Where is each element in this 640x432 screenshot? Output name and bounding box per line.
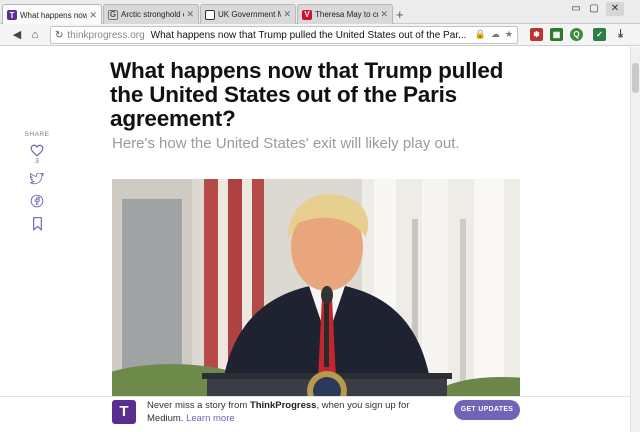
hero-photo (112, 179, 520, 409)
share-label: SHARE (24, 131, 50, 138)
facebook-icon[interactable] (30, 194, 44, 208)
banner-text-prefix: Never miss a story from (147, 400, 250, 411)
extension-bug-icon[interactable]: ✱ (530, 28, 543, 41)
twitter-icon[interactable] (30, 173, 44, 185)
like-count: 3 (35, 158, 39, 165)
scrollbar-thumb[interactable] (632, 63, 639, 93)
article-dek: Here's how the United States' exit will … (112, 135, 460, 152)
address-bar-icons: 🔒 ☁ ★ (475, 29, 513, 40)
close-tab-icon[interactable]: ✕ (283, 9, 291, 20)
extension-shield-icon[interactable]: ✓ (593, 28, 606, 41)
hero-image (112, 179, 520, 409)
learn-more-link[interactable]: Learn more (186, 413, 235, 424)
extension-search-icon[interactable]: Q (570, 28, 583, 41)
extension-grid-icon[interactable]: ▦ (550, 28, 563, 41)
lock-icon[interactable]: 🔒 (475, 29, 486, 40)
article-headline: What happens now that Trump pulled the U… (110, 58, 504, 131)
get-updates-button[interactable]: GET UPDATES (454, 400, 520, 420)
tab-0[interactable]: T What happens now t ✕ (2, 4, 102, 25)
banner-brand: ThinkProgress (249, 400, 317, 411)
bookmark-icon[interactable] (32, 217, 43, 231)
browser-toolbar: ◀ ⌂ ↻ thinkprogress.org What happens now… (0, 24, 640, 46)
tab-title: UK Government Mov (218, 10, 281, 19)
download-icon[interactable]: ⤓ (614, 28, 627, 41)
back-icon[interactable]: ◀ (10, 27, 24, 43)
tab-2[interactable]: UK Government Mov ✕ (200, 4, 296, 24)
close-tab-icon[interactable]: ✕ (186, 9, 194, 20)
url-domain: thinkprogress.org (67, 29, 145, 41)
new-tab-button[interactable]: + (396, 7, 404, 22)
close-tab-icon[interactable]: ✕ (380, 9, 388, 20)
bookmark-star-icon[interactable]: ★ (505, 29, 513, 40)
banner-message: Never miss a story from ThinkProgress, w… (147, 400, 422, 425)
maximize-icon[interactable]: ▢ (586, 2, 602, 16)
home-icon[interactable]: ⌂ (28, 27, 42, 43)
page-scrollbar[interactable] (630, 47, 640, 432)
red-news-icon: V (302, 9, 312, 20)
cloud-icon[interactable]: ☁ (491, 29, 500, 40)
tab-3[interactable]: V Theresa May to crea ✕ (297, 4, 393, 24)
thinkprogress-icon: T (7, 10, 17, 20)
share-rail: SHARE 3 (22, 131, 52, 231)
gov-icon (205, 9, 215, 20)
url-page-title: What happens now that Trump pulled the U… (150, 29, 467, 41)
article-page: What happens now that Trump pulled the U… (0, 47, 640, 432)
tab-title: Arctic stronghold of (121, 10, 185, 19)
close-window-icon[interactable]: ✕ (606, 2, 624, 16)
tab-strip: T What happens now t ✕ G Arctic strongho… (0, 0, 640, 25)
thinkprogress-logo: T (112, 400, 136, 424)
minimize-icon[interactable]: ▭ (568, 2, 584, 16)
google-icon: G (108, 9, 118, 20)
close-tab-icon[interactable]: ✕ (89, 10, 97, 21)
tab-title: What happens now t (20, 10, 88, 20)
reload-icon[interactable]: ↻ (55, 30, 63, 41)
tab-1[interactable]: G Arctic stronghold of ✕ (103, 4, 199, 24)
medium-signup-banner: T Never miss a story from ThinkProgress,… (0, 396, 630, 432)
address-bar[interactable]: ↻ thinkprogress.org What happens now tha… (50, 26, 518, 44)
heart-icon[interactable] (30, 144, 44, 157)
tab-title: Theresa May to crea (315, 10, 378, 19)
